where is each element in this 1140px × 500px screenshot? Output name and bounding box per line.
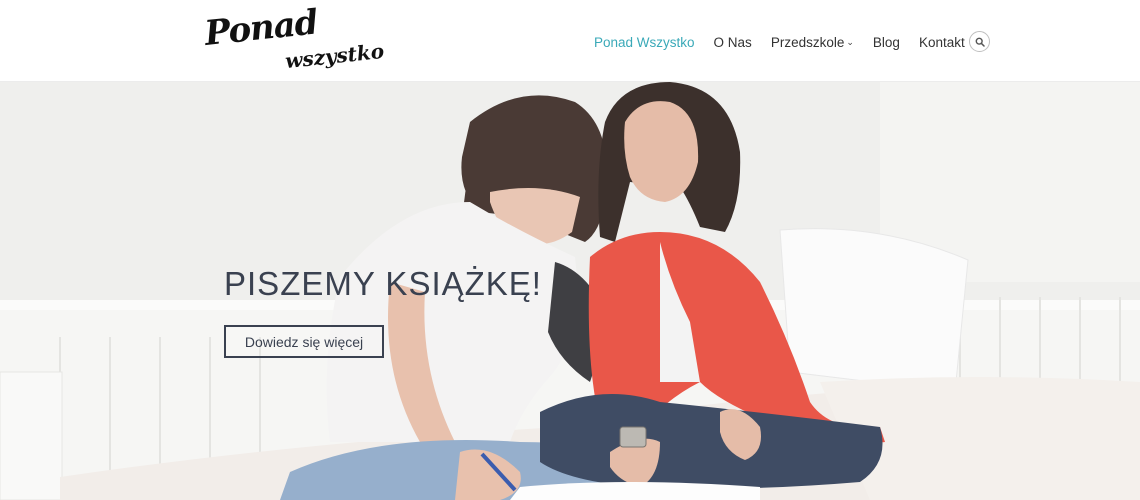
nav-item-przedszkole-label: Przedszkole xyxy=(770,34,845,50)
nav-item-kontakt[interactable]: Kontakt xyxy=(919,35,965,50)
nav-item-ponad-wszystko[interactable]: Ponad Wszystko xyxy=(594,35,695,50)
main-nav: Ponad Wszystko O Nas Przedszkole ⌄ Blog … xyxy=(594,31,984,53)
nav-item-o-nas[interactable]: O Nas xyxy=(714,35,752,50)
chevron-down-icon: ⌄ xyxy=(846,36,854,47)
site-header: Ponad wszystko Ponad Wszystko O Nas Prze… xyxy=(0,0,1140,82)
site-logo[interactable]: Ponad wszystko xyxy=(203,2,385,73)
logo-line1: Ponad xyxy=(202,2,320,54)
search-icon xyxy=(975,37,985,47)
hero-banner: PISZEMY KSIĄŻKĘ! Dowiedz się więcej xyxy=(0,82,1140,500)
hero-title: PISZEMY KSIĄŻKĘ! xyxy=(224,265,542,302)
learn-more-button[interactable]: Dowiedz się więcej xyxy=(224,325,384,358)
nav-item-blog[interactable]: Blog xyxy=(873,35,900,50)
search-button[interactable] xyxy=(969,31,990,52)
nav-item-przedszkole[interactable]: Przedszkole ⌄ xyxy=(771,35,854,50)
hero-photo xyxy=(0,82,1140,500)
